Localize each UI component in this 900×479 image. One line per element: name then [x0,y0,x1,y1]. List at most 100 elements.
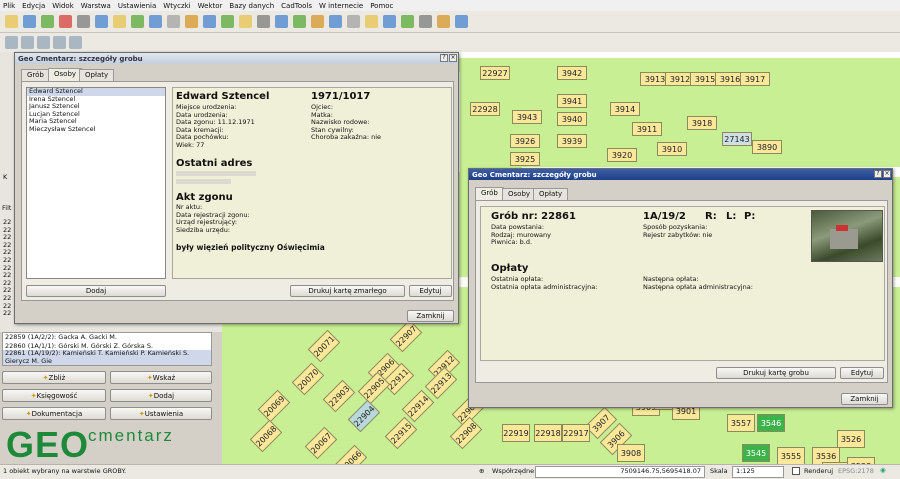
grave-plot[interactable]: 27143 [722,132,752,146]
grave-plot[interactable]: 20066 [334,444,368,464]
graves-list[interactable]: 22859 (1A/2/2): Gacka A. Gacki M. 22860 … [2,332,212,366]
toolbar-icon[interactable] [77,15,90,28]
accounting-button[interactable]: ✦ Księgowość [2,389,106,402]
grave-plot[interactable]: 20069 [257,389,291,423]
grave-plot[interactable]: 22928 [470,102,500,116]
toolbar-icon[interactable] [311,15,324,28]
edit-button[interactable]: Edytuj [840,367,884,379]
toolbar-icon[interactable] [383,15,396,28]
toolbar-icon[interactable] [37,36,50,49]
menu-item[interactable]: Warstwa [81,2,111,10]
grave-plot[interactable]: 22907 [389,319,423,353]
grave-plot[interactable]: 22914 [401,389,435,423]
add-person-button[interactable]: Dodaj [26,285,166,297]
grave-plot[interactable]: 3943 [512,110,542,124]
toolbar-icon[interactable] [69,36,82,49]
toolbar-icon[interactable] [239,15,252,28]
grave-plot[interactable]: 3555 [777,447,805,464]
close-icon[interactable]: × [449,54,457,62]
close-icon[interactable]: × [883,170,891,178]
zoom-button[interactable]: ✦ Zbliż [2,371,106,384]
grave-plot[interactable]: 20071 [307,329,341,363]
menu-item[interactable]: Ustawienia [118,2,156,10]
toolbar-icon[interactable] [185,15,198,28]
tab-persons[interactable]: Osoby [502,188,537,200]
grave-plot[interactable]: 22919 [502,424,530,442]
grave-plot[interactable]: 3526 [837,430,865,448]
toolbar-icon[interactable] [149,15,162,28]
grave-plot[interactable]: 3926 [510,134,540,148]
grave-plot[interactable]: 3925 [510,152,540,166]
grave-plot[interactable]: 3890 [752,140,782,154]
tab-grave[interactable]: Grób [475,187,504,200]
grave-plot[interactable]: 20067 [304,426,338,460]
grave-plot[interactable]: 3917 [740,72,770,86]
menu-item[interactable]: Wtyczki [163,2,190,10]
grave-plot[interactable]: 3908 [617,444,645,462]
toolbar-icon[interactable] [113,15,126,28]
toolbar-icon[interactable] [347,15,360,28]
add-button[interactable]: ✦ Dodaj [110,389,212,402]
grave-plot[interactable]: 22915 [384,416,418,450]
toolbar-icon[interactable] [203,15,216,28]
grave-plot[interactable]: 20068 [249,419,283,453]
toolbar-icon[interactable] [21,36,34,49]
close-button[interactable]: Zamknij [407,310,454,322]
grave-plot[interactable]: 3920 [607,148,637,162]
grave-photo[interactable] [811,210,883,262]
help-icon[interactable]: ? [874,170,882,178]
help-icon[interactable]: ? [440,54,448,62]
toolbar-icon[interactable] [401,15,414,28]
toolbar-icon[interactable] [95,15,108,28]
toolbar-icon[interactable] [275,15,288,28]
toolbar-icon[interactable] [257,15,270,28]
toolbar-icon[interactable] [59,15,72,28]
coords-icon[interactable]: ⊕ [479,467,484,476]
grave-plot[interactable]: 3911 [632,122,662,136]
grave-plot[interactable]: 3940 [557,112,587,126]
toolbar-icon[interactable] [131,15,144,28]
toolbar-icon[interactable] [5,36,18,49]
grave-plot[interactable]: 3546 [757,414,785,432]
toolbar-icon[interactable] [5,15,18,28]
grave-plot[interactable]: 3939 [557,134,587,148]
coords-input[interactable]: 7509146.75,5695418.07 [535,466,705,478]
grave-plot[interactable]: 22903 [322,379,356,413]
toolbar-icon[interactable] [23,15,36,28]
menu-item[interactable]: Widok [52,2,74,10]
edit-button[interactable]: Edytuj [409,285,452,297]
menu-item[interactable]: Bazy danych [229,2,274,10]
grave-plot[interactable]: 22908 [449,416,483,450]
toolbar-icon[interactable] [167,15,180,28]
grave-plot[interactable]: 3910 [657,142,687,156]
grave-plot[interactable]: 22918 [534,424,562,442]
toolbar-icon[interactable] [221,15,234,28]
toolbar-icon[interactable] [455,15,468,28]
persons-list[interactable]: Edward Sztencel Irena Sztencel Janusz Szte… [26,87,166,279]
grave-plot[interactable]: 22927 [480,66,510,80]
tab-persons[interactable]: Osoby [48,68,83,81]
grave-plot[interactable]: 3545 [742,444,770,462]
grave-plot[interactable]: 3914 [610,102,640,116]
epsg-label[interactable]: EPSG:2178 [838,467,874,476]
toolbar-icon[interactable] [437,15,450,28]
grave-plot[interactable]: 20070 [291,362,325,396]
scale-select[interactable]: 1:125 [732,466,784,478]
grave-plot[interactable]: 22917 [562,424,590,442]
menu-item[interactable]: CadTools [281,2,312,10]
grave-plot[interactable]: 3942 [557,66,587,80]
menu-item[interactable]: Plik [3,2,15,10]
render-checkbox[interactable] [792,467,800,475]
tab-fees[interactable]: Opłaty [533,188,569,200]
toolbar-icon[interactable] [41,15,54,28]
point-button[interactable]: ✦ Wskaż [110,371,212,384]
grave-plot[interactable]: 3918 [687,116,717,130]
list-item[interactable]: Mieczysław Sztencel [27,125,165,134]
menu-item[interactable]: Pomoc [370,2,393,10]
grave-plot[interactable]: 3528 [847,457,875,464]
projection-icon[interactable]: ◉ [880,466,886,475]
print-grave-card-button[interactable]: Drukuj kartę grobu [716,367,836,379]
settings-button[interactable]: ✦ Ustawienia [110,407,212,420]
toolbar-icon[interactable] [365,15,378,28]
grave-plot[interactable]: 3557 [727,414,755,432]
